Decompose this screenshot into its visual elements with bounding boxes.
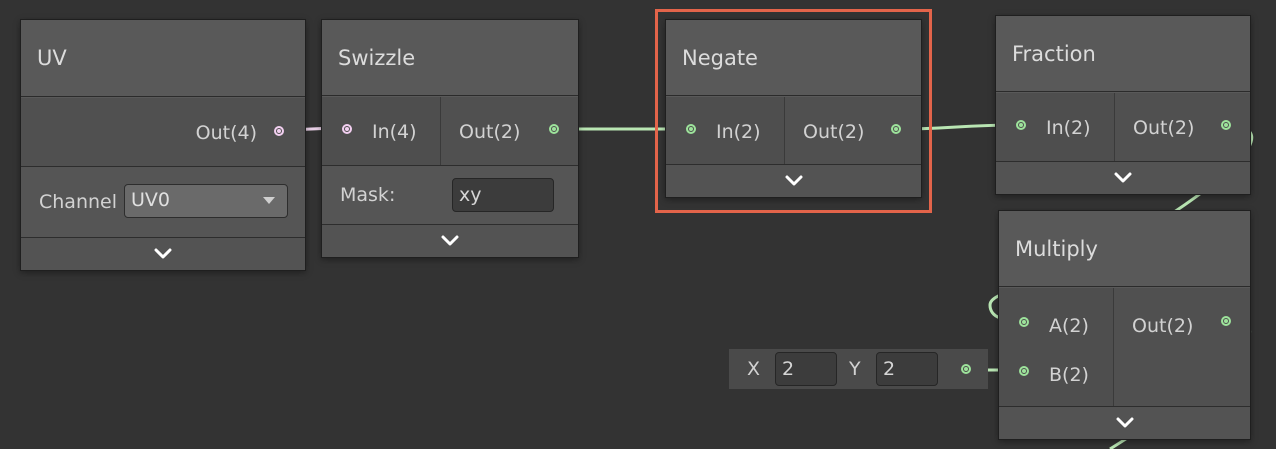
port-label-out: Out(2) (1132, 315, 1194, 337)
chevron-down-icon[interactable] (784, 171, 804, 191)
input-port-a[interactable] (1019, 317, 1029, 327)
input-port-in[interactable] (686, 124, 696, 134)
swizzle-node[interactable]: Swizzle In(4) Out(2) Mask: xy (321, 19, 579, 258)
chevron-down-icon[interactable] (1113, 168, 1133, 188)
collapse-bar[interactable] (21, 237, 305, 270)
port-label-out: Out(2) (1133, 117, 1195, 139)
chevron-down-icon[interactable] (440, 231, 460, 251)
collapse-bar[interactable] (666, 164, 921, 197)
output-ports: Out(4) (21, 98, 305, 166)
output-ports: Out(2) (1113, 288, 1250, 408)
output-port-out[interactable] (549, 124, 559, 134)
y-label: Y (849, 358, 861, 380)
x-value-input[interactable]: 2 (775, 352, 837, 386)
port-label-out: Out(2) (459, 121, 521, 143)
input-port-b[interactable] (1019, 366, 1029, 376)
output-port-out[interactable] (891, 124, 901, 134)
input-port-in[interactable] (342, 124, 352, 134)
input-ports: In(2) (666, 97, 784, 165)
output-ports: Out(2) (440, 97, 578, 165)
input-ports: A(2) B(2) (999, 288, 1113, 408)
port-label-b: B(2) (1049, 364, 1089, 386)
node-title[interactable]: Negate (666, 20, 921, 96)
chevron-down-icon[interactable] (153, 244, 173, 264)
channel-label: Channel (39, 191, 118, 213)
y-value-input[interactable]: 2 (876, 352, 938, 386)
multiply-node[interactable]: Multiply A(2) B(2) Out(2) (998, 210, 1251, 440)
node-title[interactable]: UV (21, 20, 305, 97)
port-label-out: Out(2) (803, 121, 865, 143)
node-title[interactable]: Fraction (996, 16, 1250, 92)
uv-node[interactable]: UV Out(4) Channel UV0 (20, 19, 306, 271)
collapse-bar[interactable] (999, 406, 1250, 439)
negate-node[interactable]: Negate In(2) Out(2) (665, 19, 922, 198)
node-body: Mask: xy (322, 165, 578, 227)
port-label-in: In(2) (1046, 117, 1091, 139)
collapse-bar[interactable] (996, 161, 1250, 194)
vector2-input-field[interactable]: X 2 Y 2 (729, 349, 988, 389)
mask-input[interactable]: xy (452, 178, 554, 212)
output-port-out[interactable] (1221, 120, 1231, 130)
mask-label: Mask: (340, 184, 396, 206)
port-label-a: A(2) (1049, 315, 1089, 337)
node-title[interactable]: Swizzle (322, 20, 578, 96)
input-ports: In(2) (996, 93, 1114, 161)
port-label-out: Out(4) (195, 122, 257, 144)
node-body: Channel UV0 (21, 166, 305, 238)
output-port-out[interactable] (274, 126, 284, 136)
channel-value: UV0 (131, 189, 170, 211)
collapse-bar[interactable] (322, 224, 578, 257)
output-ports: Out(2) (784, 97, 921, 165)
output-port-out[interactable] (1221, 316, 1231, 326)
dropdown-arrow-icon (263, 197, 275, 204)
channel-dropdown[interactable]: UV0 (124, 184, 288, 218)
output-ports: Out(2) (1114, 93, 1250, 161)
port-label-in: In(2) (716, 121, 761, 143)
port-label-in: In(4) (372, 121, 417, 143)
input-ports: In(4) (322, 97, 440, 165)
input-port-in[interactable] (1016, 120, 1026, 130)
chevron-down-icon[interactable] (1115, 413, 1135, 433)
vector-output-port[interactable] (961, 364, 971, 374)
node-title[interactable]: Multiply (999, 211, 1250, 287)
x-label: X (747, 358, 761, 380)
fraction-node[interactable]: Fraction In(2) Out(2) (995, 15, 1251, 195)
